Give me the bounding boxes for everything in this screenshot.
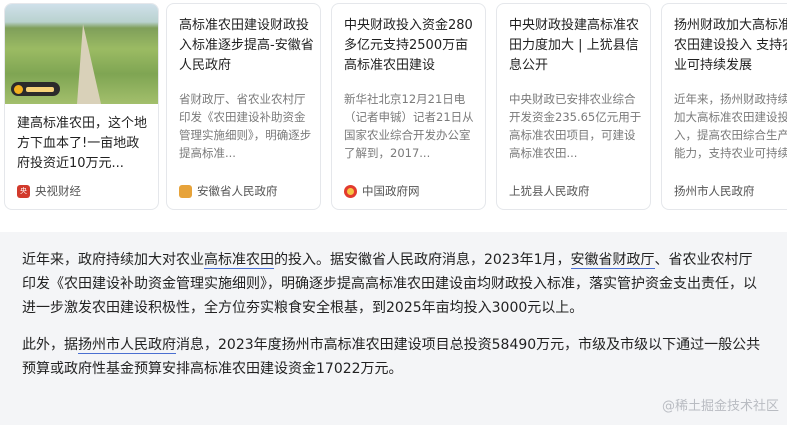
result-card-title[interactable]: 建高标准农田，这个地方下血本了!一亩地政府投资近10万元... [17, 114, 151, 176]
result-card-3[interactable]: 中央财政投入资金280多亿元支持2500万亩高标准农田建设 新华社北京12月21… [331, 3, 486, 210]
term-link-anhui-finance-dept[interactable]: 安徽省财政厅 [570, 252, 655, 269]
result-card-source[interactable]: 扬州市人民政府 [674, 183, 755, 199]
video-badge-icon [11, 82, 60, 96]
farmland-thumbnail-image [5, 4, 158, 104]
result-card-source[interactable]: 安徽省人民政府 [179, 183, 278, 199]
result-card-source[interactable]: 上犹县人民政府 [509, 183, 590, 199]
term-link-yangzhou-gov[interactable]: 扬州市人民政府 [78, 337, 176, 354]
cctv-icon: 央 [17, 184, 30, 198]
anhui-gov-icon [179, 184, 192, 198]
gov-cn-icon [344, 184, 357, 198]
result-card-4[interactable]: 中央财政投建高标准农田力度加大 | 上犹县信息公开 中央财政已安排农业综合开发资… [496, 3, 651, 210]
result-card-source[interactable]: 央 央视财经 [17, 183, 81, 199]
result-card-snippet: 新华社北京12月21日电（记者申铖）记者21日从国家农业综合开发办公室了解到，2… [344, 92, 474, 160]
result-card-title[interactable]: 高标准农田建设财政投入标准逐步提高-安徽省人民政府 [179, 16, 315, 78]
result-card-1[interactable]: 建高标准农田，这个地方下血本了!一亩地政府投资近10万元... 央 央视财经 [4, 3, 159, 210]
result-card-snippet: 近年来，扬州财政持续加大高标准农田建设投入，提高农田综合生产能力，支持农业可持续… [674, 92, 787, 160]
result-card-title[interactable]: 中央财政投入资金280多亿元支持2500万亩高标准农田建设 [344, 16, 480, 78]
result-card-5[interactable]: 扬州财政加大高标准农田建设投入 支持农业可持续发展 近年来，扬州财政持续加大高标… [661, 3, 787, 210]
answer-paragraph-1: 近年来，政府持续加大对农业高标准农田的投入。据安徽省人民政府消息，2023年1月… [22, 252, 757, 316]
result-card-title[interactable]: 扬州财政加大高标准农田建设投入 支持农业可持续发展 [674, 16, 787, 78]
search-result-cards: 建高标准农田，这个地方下血本了!一亩地政府投资近10万元... 央 央视财经 高… [0, 0, 787, 213]
term-link-high-standard-farmland[interactable]: 高标准农田 [204, 252, 274, 269]
answer-paragraph-2: 此外，据扬州市人民政府消息，2023年度扬州市高标准农田建设项目总投资58490… [22, 337, 761, 377]
result-card-snippet: 中央财政已安排农业综合开发资金235.65亿元用于高标准农田项目，可建设高标准农… [509, 92, 642, 160]
result-card-2[interactable]: 高标准农田建设财政投入标准逐步提高-安徽省人民政府 省财政厅、省农业农村厅印发《… [166, 3, 321, 210]
ai-answer-panel: 近年来，政府持续加大对农业高标准农田的投入。据安徽省人民政府消息，2023年1月… [0, 232, 787, 425]
result-card-snippet: 省财政厅、省农业农村厅印发《农田建设补助资金管理实施细则》，明确逐步提高标准..… [179, 92, 312, 160]
watermark: @稀土掘金技术社区 [661, 399, 779, 414]
result-card-source[interactable]: 中国政府网 [344, 183, 420, 199]
result-card-title[interactable]: 中央财政投建高标准农田力度加大 | 上犹县信息公开 [509, 16, 645, 78]
